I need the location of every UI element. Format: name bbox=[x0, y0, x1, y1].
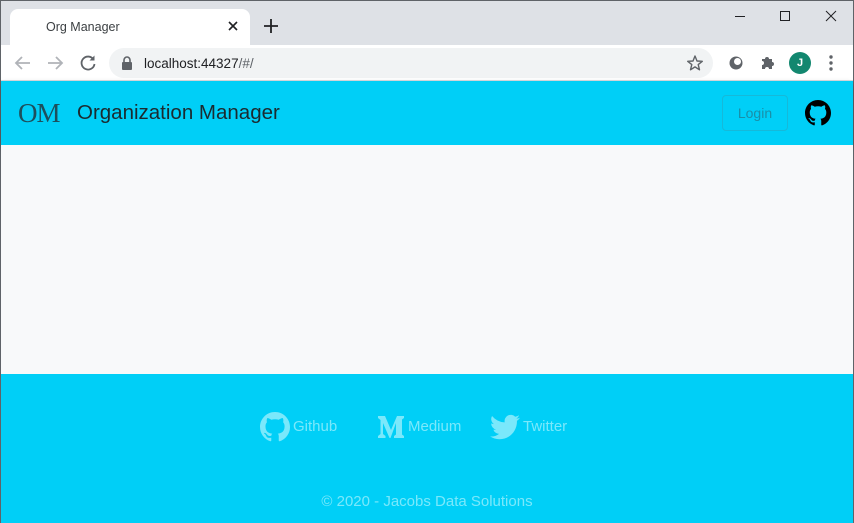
main-content bbox=[1, 145, 853, 374]
url-text: localhost:44327/#/ bbox=[144, 56, 254, 71]
star-icon[interactable] bbox=[686, 54, 704, 72]
footer-link-twitter[interactable]: Twitter bbox=[490, 412, 580, 442]
close-icon[interactable] bbox=[224, 17, 242, 35]
brand-title[interactable]: Organization Manager bbox=[77, 101, 280, 125]
puzzle-icon[interactable] bbox=[758, 53, 778, 73]
browser-tab[interactable]: Org Manager bbox=[10, 9, 250, 45]
arrow-left-icon[interactable] bbox=[12, 52, 34, 74]
brand-logo[interactable]: OM bbox=[18, 98, 61, 129]
plus-icon[interactable] bbox=[260, 15, 282, 37]
circle-extension-icon[interactable] bbox=[726, 53, 746, 73]
browser-toolbar: localhost:44327/#/ J bbox=[1, 45, 853, 81]
lock-icon[interactable] bbox=[121, 56, 133, 70]
url-host: localhost:44327 bbox=[144, 56, 239, 71]
footer-copyright: © 2020 - Jacobs Data Solutions bbox=[321, 493, 533, 510]
tab-title: Org Manager bbox=[46, 20, 120, 34]
footer-link-medium[interactable]: Medium bbox=[376, 412, 476, 442]
maximize-icon[interactable] bbox=[774, 7, 796, 25]
twitter-icon bbox=[490, 414, 520, 440]
profile-avatar[interactable]: J bbox=[789, 52, 811, 74]
kebab-menu-icon[interactable] bbox=[823, 53, 839, 73]
app-footer: Github Medium Twitter © 2020 - Jacobs Da… bbox=[1, 374, 853, 523]
address-bar[interactable]: localhost:44327/#/ bbox=[109, 48, 713, 78]
footer-link-label: Medium bbox=[408, 418, 462, 435]
login-button[interactable]: Login bbox=[722, 95, 788, 131]
arrow-right-icon[interactable] bbox=[44, 52, 66, 74]
footer-link-label: Twitter bbox=[523, 418, 568, 435]
app-navbar: OM Organization Manager Login bbox=[1, 81, 853, 145]
browser-tab-strip: Org Manager bbox=[1, 1, 853, 45]
minimize-icon[interactable] bbox=[729, 7, 751, 25]
footer-link-github[interactable]: Github bbox=[260, 412, 350, 442]
github-icon bbox=[260, 412, 290, 442]
footer-link-label: Github bbox=[293, 418, 338, 435]
reload-icon[interactable] bbox=[77, 52, 99, 74]
medium-icon bbox=[378, 416, 404, 438]
url-path: /#/ bbox=[238, 56, 254, 71]
github-icon[interactable] bbox=[805, 100, 831, 126]
window-close-icon[interactable] bbox=[820, 7, 842, 25]
